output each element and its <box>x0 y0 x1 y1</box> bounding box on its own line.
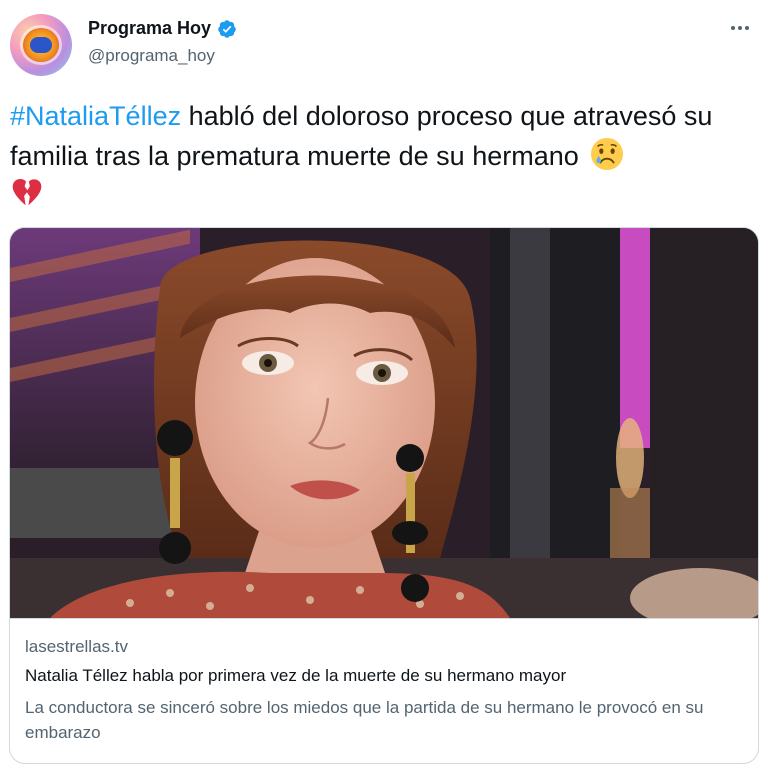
tweet[interactable]: Programa Hoy @programa_hoy #NataliaTélle… <box>0 0 768 774</box>
programa-hoy-logo-icon <box>23 28 59 62</box>
card-domain: lasestrellas.tv <box>25 637 128 656</box>
broken-heart-emoji-icon <box>12 179 42 206</box>
tweet-text: #NataliaTéllez habló del doloroso proces… <box>10 96 758 210</box>
card-description: La conductora se sinceró sobre los miedo… <box>25 698 704 742</box>
link-card[interactable]: lasestrellas.tv Natalia Téllez habla por… <box>9 227 759 764</box>
crying-face-emoji-icon <box>591 137 624 171</box>
card-body[interactable]: lasestrellas.tv Natalia Téllez habla por… <box>10 618 758 763</box>
more-options-icon[interactable] <box>724 16 756 40</box>
card-title[interactable]: Natalia Téllez habla por primera vez de … <box>25 666 566 686</box>
author-name-row: Programa Hoy <box>88 18 237 39</box>
author-handle[interactable]: @programa_hoy <box>88 46 215 66</box>
verified-badge-icon <box>218 19 236 38</box>
author-display-name[interactable]: Programa Hoy <box>88 18 211 39</box>
article-photo-icon[interactable] <box>10 228 758 618</box>
avatar[interactable] <box>10 14 72 76</box>
hashtag-link[interactable]: #NataliaTéllez <box>10 101 181 131</box>
